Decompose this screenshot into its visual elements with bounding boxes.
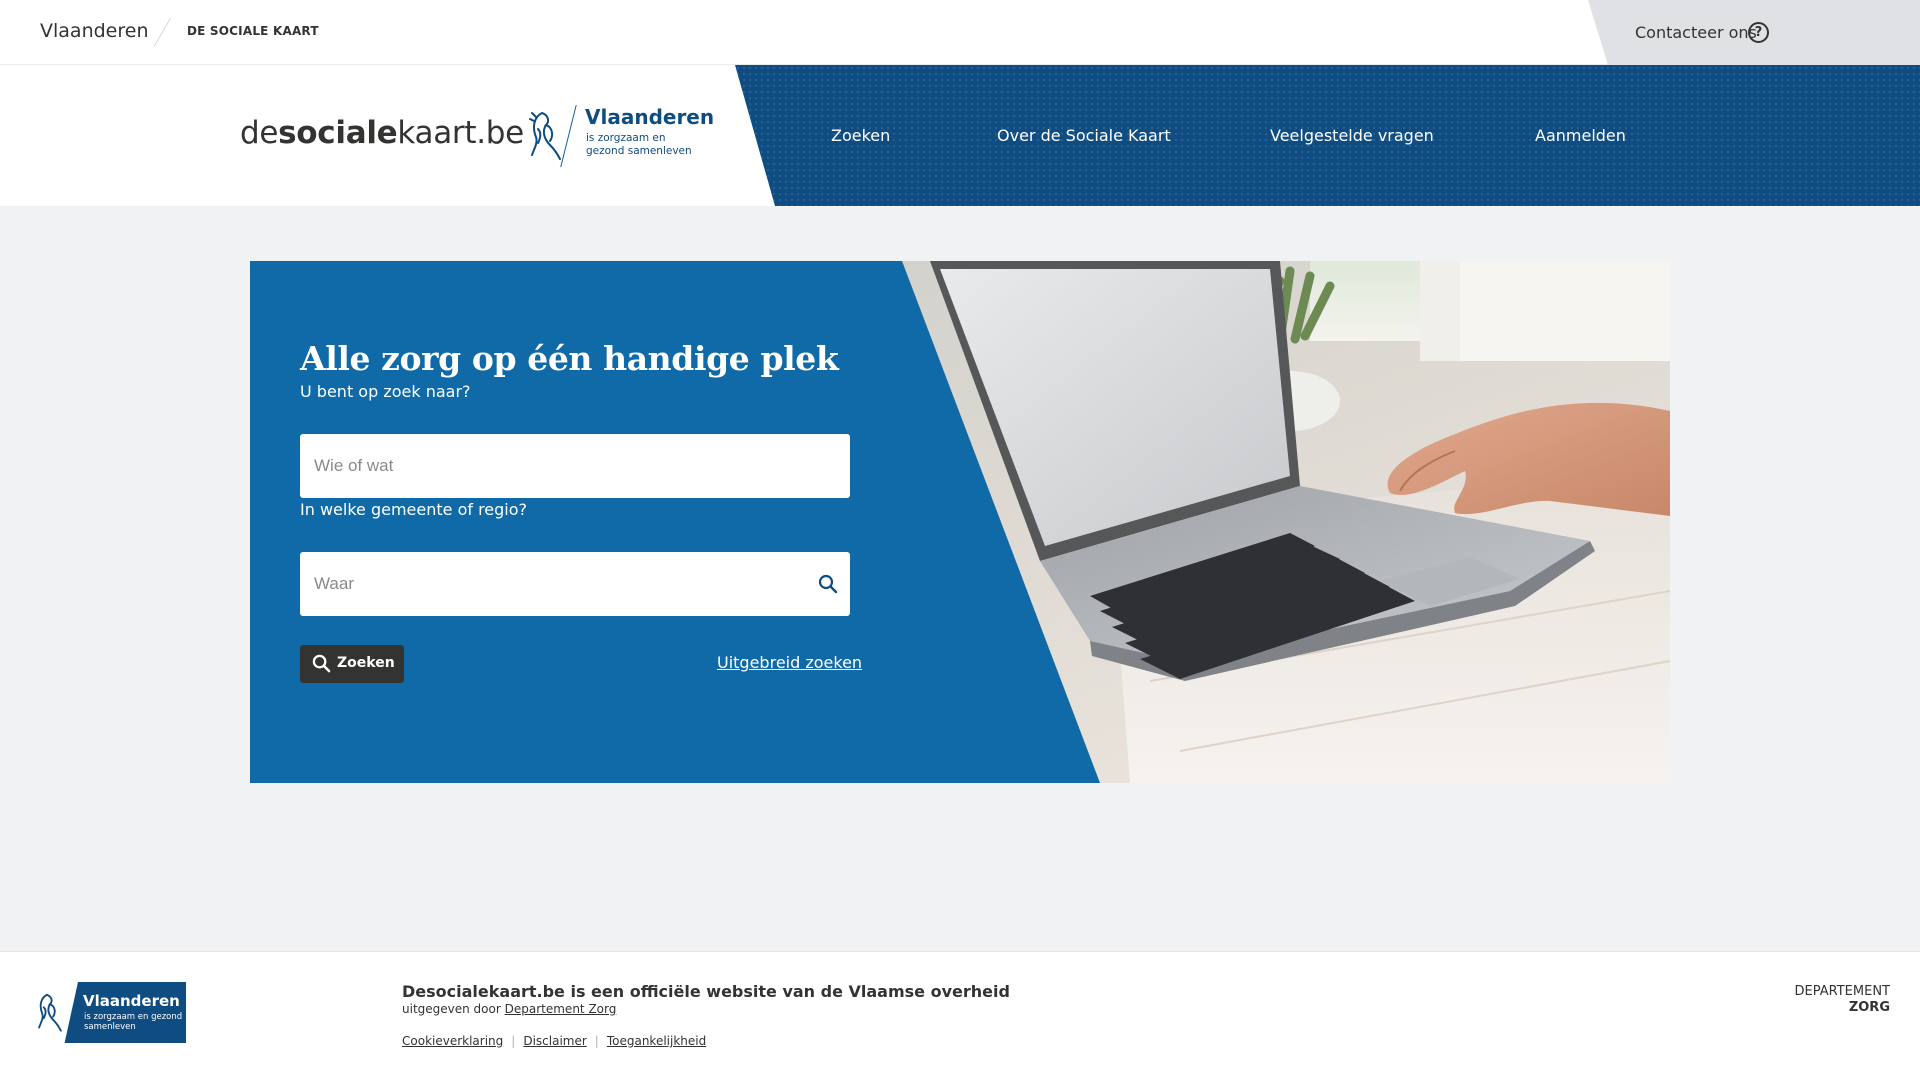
- flemish-lion-icon: [38, 993, 62, 1032]
- site-name-link[interactable]: DE SOCIALE KAART: [187, 24, 319, 38]
- flemish-lion-icon: [529, 112, 561, 160]
- logo-suffix: kaart.be: [397, 115, 524, 151]
- vlaanderen-logo-subtitle: is zorgzaam en gezond samenleven: [586, 132, 692, 157]
- vlaanderen-logo-title: Vlaanderen: [585, 105, 715, 129]
- vlaanderen-home-link[interactable]: Vlaanderen: [40, 20, 148, 42]
- nav-item-aanmelden[interactable]: Aanmelden: [1535, 126, 1626, 145]
- site-footer: Vlaanderen is zorgzaam en gezond samenle…: [0, 951, 1920, 1080]
- search-icon[interactable]: [818, 574, 838, 594]
- what-label: U bent op zoek naar?: [300, 382, 471, 401]
- search-button-label: Zoeken: [337, 655, 395, 671]
- what-input[interactable]: [300, 434, 850, 498]
- link-separator: |: [594, 1034, 599, 1048]
- vlaanderen-logo: Vlaanderen is zorgzaam en gezond samenle…: [528, 105, 714, 167]
- footer-links: Cookieverklaring | Disclaimer | Toegankelijk…: [402, 1034, 706, 1048]
- where-label: In welke gemeente of regio?: [300, 500, 528, 519]
- breadcrumb-divider: [153, 18, 172, 46]
- main-navigation: Zoeken Over de Sociale Kaart Veelgesteld…: [735, 65, 1920, 206]
- logo-prefix: de: [240, 115, 279, 151]
- top-bar: Vlaanderen DE SOCIALE KAART Contacteer o…: [0, 0, 1920, 65]
- search-button[interactable]: Zoeken: [300, 645, 404, 683]
- search-icon: [312, 654, 331, 673]
- department-line: DEPARTEMENT: [1794, 984, 1890, 999]
- publisher-link[interactable]: Departement Zorg: [505, 1002, 617, 1016]
- department-name: ZORG: [1848, 1000, 1890, 1015]
- logo-bold: sociale: [278, 115, 398, 151]
- link-separator: |: [511, 1034, 516, 1048]
- site-header: desocialekaart.be Vlaanderen is zorgzaam…: [0, 65, 1920, 206]
- nav-item-over[interactable]: Over de Sociale Kaart: [997, 126, 1171, 145]
- published-by-text: uitgegeven door: [402, 1002, 501, 1016]
- where-input[interactable]: [300, 552, 850, 616]
- nav-item-faq[interactable]: Veelgestelde vragen: [1270, 126, 1434, 145]
- footer-logo-subtitle: is zorgzaam en gezond samenleven: [84, 1012, 183, 1032]
- what-field: [300, 434, 850, 498]
- where-field: [300, 552, 850, 616]
- nav-item-zoeken[interactable]: Zoeken: [831, 126, 890, 145]
- footer-publisher: uitgegeven door Departement Zorg: [402, 1002, 616, 1016]
- footer-vlaanderen-logo[interactable]: Vlaanderen is zorgzaam en gezond samenle…: [30, 982, 186, 1043]
- accessibility-link[interactable]: Toegankelijkheid: [607, 1034, 706, 1048]
- hero-title: Alle zorg op één handige plek: [300, 339, 839, 378]
- footer-title: Desocialekaart.be is een officiële websi…: [402, 982, 1010, 1001]
- contact-label: Contacteer ons: [1635, 23, 1757, 42]
- site-logo[interactable]: desocialekaart.be: [240, 115, 524, 151]
- question-circle-icon: ?: [1748, 22, 1769, 43]
- disclaimer-link[interactable]: Disclaimer: [523, 1034, 586, 1048]
- advanced-search-link[interactable]: Uitgebreid zoeken: [717, 653, 862, 672]
- department-logo[interactable]: DEPARTEMENT ZORG: [1795, 984, 1890, 1016]
- footer-logo-title: Vlaanderen: [83, 992, 180, 1010]
- hero-search-panel: Alle zorg op één handige plek U bent op …: [250, 261, 1670, 783]
- contact-button[interactable]: Contacteer ons ?: [1588, 0, 1920, 65]
- cookie-link[interactable]: Cookieverklaring: [402, 1034, 503, 1048]
